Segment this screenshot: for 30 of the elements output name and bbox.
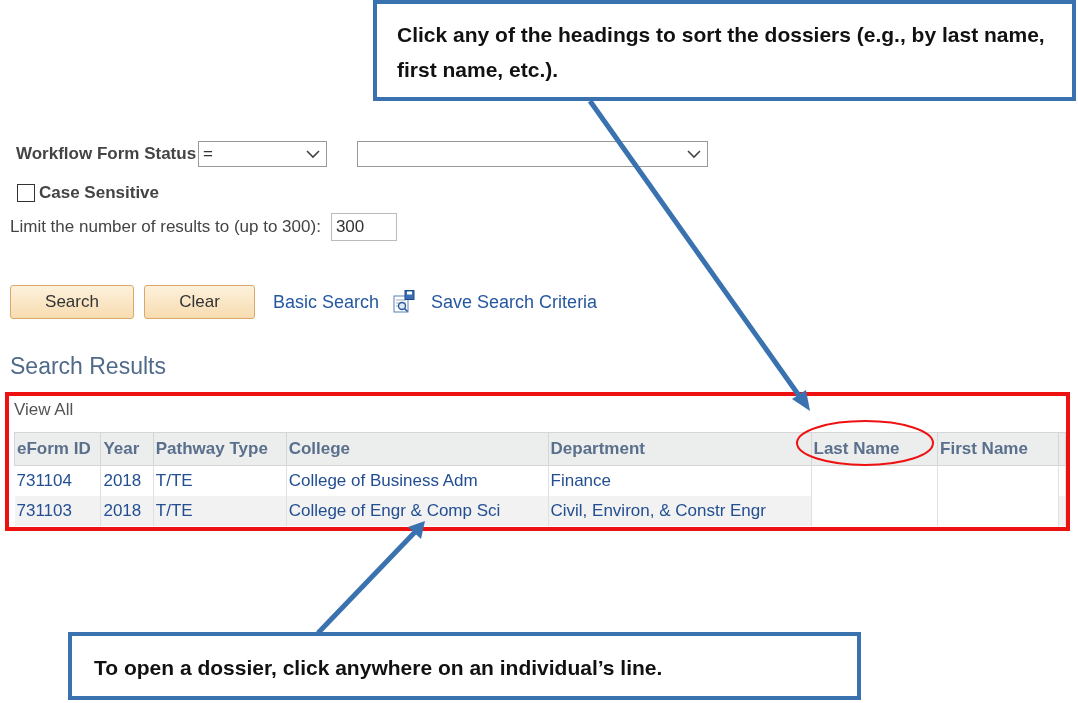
column-header[interactable]: First Name: [937, 432, 1059, 466]
column-header[interactable]: Year: [100, 432, 154, 466]
field-label: Workflow Form Status: [16, 144, 197, 164]
clear-button[interactable]: Clear: [144, 285, 255, 319]
column-header[interactable]: Last Name: [811, 432, 938, 466]
value-dropdown[interactable]: [357, 141, 709, 167]
save-search-icon[interactable]: [393, 290, 416, 314]
column-header[interactable]: eForm ID: [14, 432, 101, 466]
caret-icon: [306, 149, 321, 159]
column-header[interactable]: Pathway Type: [153, 432, 287, 466]
table-cell[interactable]: T/TE: [153, 496, 287, 526]
link[interactable]: Save Search Criteria: [431, 291, 598, 313]
checkbox-label: Case Sensitive: [39, 183, 159, 203]
link[interactable]: Basic Search: [273, 291, 380, 313]
view-all-link[interactable]: View All: [14, 400, 74, 424]
table-cell[interactable]: College of Engr & Comp Sci: [286, 496, 548, 526]
table-cell[interactable]: 2018: [100, 496, 154, 526]
checkbox[interactable]: [17, 184, 35, 202]
search-button[interactable]: Search: [10, 285, 134, 319]
table-cell[interactable]: 731103: [14, 496, 101, 526]
callout-box: Click any of the headings to sort the dossiers (e.g., by last name, first name, etc.).: [373, 0, 1076, 101]
column-header[interactable]: College: [286, 432, 548, 466]
column-header[interactable]: Department: [548, 432, 812, 466]
operator-dropdown[interactable]: =: [198, 141, 328, 167]
limit-field[interactable]: 300: [330, 213, 397, 241]
table-cell[interactable]: Civil, Environ, & Constr Engr: [548, 496, 812, 526]
section-title: Search Results: [10, 353, 167, 380]
limit-label: Limit the number of results to (up to 300):: [10, 217, 321, 237]
callout-box: To open a dossier, click anywhere on an individual’s line.: [68, 632, 861, 700]
caret-icon: [687, 149, 702, 159]
